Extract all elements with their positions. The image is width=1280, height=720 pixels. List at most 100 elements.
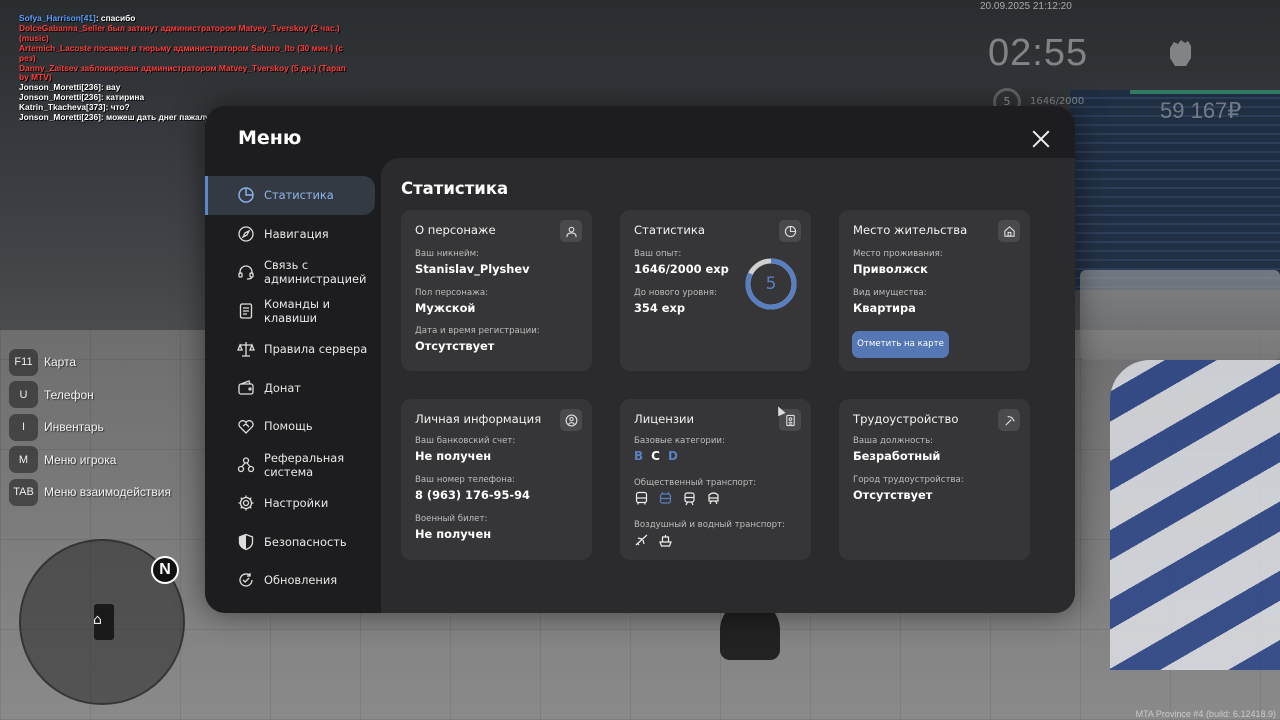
sidebar-item-donate[interactable]: Донат [205, 369, 381, 408]
ship-icon [659, 535, 672, 547]
close-button[interactable] [1028, 126, 1054, 152]
card-title: Личная информация [415, 412, 542, 426]
work-city-label: Город трудоустройства: [853, 475, 964, 485]
key-label: Меню взаимодействия [44, 485, 171, 500]
hud-clock: 02:55 [988, 32, 1089, 74]
registration-value: Отсутствует [415, 339, 495, 353]
airplane-icon [635, 534, 648, 546]
menu-title: Меню [238, 127, 302, 149]
keybind-phone: U Телефон [9, 379, 171, 412]
sidebar-item-label: Правила сервера [264, 342, 368, 357]
phone-label: Ваш номер телефона: [415, 475, 516, 485]
registration-label: Дата и время регистрации: [415, 326, 540, 336]
sidebar-item-label: Реферальная система [264, 450, 345, 479]
bank-account-label: Ваш банковский счет: [415, 436, 516, 446]
sidebar-item-updates[interactable]: Обновления [205, 561, 381, 600]
keybind-interaction-menu: TAB Меню взаимодействия [9, 476, 171, 509]
compass-icon [237, 225, 255, 243]
license-categories: B C D [634, 449, 678, 463]
sidebar-item-security[interactable]: Безопасность [205, 523, 381, 562]
nickname-label: Ваш никнейм: [415, 249, 480, 259]
scales-icon [237, 340, 255, 358]
sidebar-item-label: Настройки [264, 496, 329, 511]
license-category-d: D [667, 449, 678, 463]
refresh-check-icon [237, 571, 255, 589]
chat-line: Artemich_Lacoste посажен в тюрьму админи… [19, 42, 343, 63]
sidebar-item-label: Помощь [264, 419, 313, 434]
card-title: О персонаже [415, 223, 496, 237]
position-value: Безработный [853, 449, 941, 463]
build-watermark: MTA Province #4 (build: 6.12418.9) [1135, 709, 1276, 719]
mark-on-map-button[interactable]: Отметить на карте [852, 331, 949, 358]
sidebar-item-label: Статистика [264, 188, 334, 203]
card-character: О персонаже Ваш никнейм: Stanislav_Plysh… [401, 210, 592, 371]
hud-money: 59 167₽ [1160, 98, 1242, 123]
wallet-icon [237, 379, 255, 397]
pie-chart-icon [779, 220, 801, 242]
chat-line: DolceGabanna_Seller был заткнут админист… [19, 22, 340, 43]
property-type-value: Квартира [853, 301, 916, 315]
chat-player-name: Sofya_Harrison[41] [19, 13, 96, 23]
residence-place-label: Место проживания: [853, 249, 943, 259]
exp-value: 1646/2000 exp [634, 262, 729, 276]
keybind-player-menu: M Меню игрока [9, 444, 171, 477]
background-bench [1080, 270, 1280, 360]
pie-chart-icon [237, 186, 255, 204]
key-badge: TAB [9, 478, 38, 506]
license-category-c: C [651, 449, 660, 463]
sidebar-item-admin-contact[interactable]: Связь с администрацией [205, 253, 381, 292]
chat-line: Danny_Zaitsev заблокирован администратор… [19, 62, 346, 83]
keybind-map: F11 Карта [9, 346, 171, 379]
card-personal-info: Личная информация Ваш банковский счет: Н… [401, 399, 592, 560]
sidebar-item-label: Связь с администрацией [264, 258, 367, 287]
sidebar-item-label: Команды и клавиши [264, 296, 330, 325]
document-icon [237, 302, 255, 320]
air-water-transport-icons [634, 533, 673, 548]
air-water-transport-label: Воздушный и водный транспорт: [634, 520, 785, 530]
next-level-label: До нового уровня: [634, 288, 717, 298]
trolleybus-icon [659, 491, 672, 504]
sidebar-item-commands[interactable]: Команды и клавиши [205, 292, 381, 331]
sidebar-item-rules[interactable]: Правила сервера [205, 330, 381, 369]
key-badge: U [9, 381, 38, 409]
gear-icon [237, 494, 255, 512]
house-icon: ⌂ [93, 612, 102, 628]
background-counter [1110, 360, 1280, 670]
menu-sidebar: Статистика Навигация Связь с администрац… [205, 176, 381, 600]
gender-value: Мужской [415, 301, 476, 315]
shield-icon [237, 533, 255, 551]
tram-icon [684, 492, 695, 506]
bank-account-value: Не получен [415, 449, 492, 463]
card-statistics: Статистика Ваш опыт: 1646/2000 exp До но… [620, 210, 811, 371]
statistics-content: Статистика О персонаже Ваш никнейм: Stan… [381, 158, 1075, 613]
card-title: Трудоустройство [853, 412, 959, 426]
keybind-inventory: I Инвентарь [9, 411, 171, 444]
work-city-value: Отсутствует [853, 488, 933, 502]
card-title: Статистика [634, 223, 706, 237]
fist-icon [1163, 34, 1197, 72]
referral-icon [237, 456, 255, 474]
sidebar-item-help[interactable]: Помощь [205, 407, 381, 446]
card-residence: Место жительства Место проживания: Приво… [839, 210, 1030, 371]
residence-place-value: Приволжск [853, 262, 928, 276]
key-label: Телефон [44, 387, 94, 402]
content-title: Статистика [401, 179, 509, 198]
key-badge: F11 [9, 348, 38, 376]
level-number: 5 [765, 274, 777, 294]
train-icon [708, 492, 719, 505]
sidebar-item-navigation[interactable]: Навигация [205, 215, 381, 254]
pickaxe-icon [998, 409, 1020, 431]
key-label: Карта [44, 355, 77, 370]
sidebar-item-referral[interactable]: Реферальная система [205, 446, 381, 485]
sidebar-item-label: Донат [264, 380, 301, 395]
user-circle-icon [560, 409, 582, 431]
phone-value: 8 (963) 176-95-94 [415, 488, 530, 502]
hud-health-bar [1130, 90, 1280, 94]
key-badge: M [9, 446, 38, 474]
keybind-hints: F11 Карта U Телефон I Инвентарь M Меню и… [9, 346, 171, 509]
sidebar-item-statistics[interactable]: Статистика [205, 176, 375, 215]
headset-icon [237, 263, 255, 281]
sidebar-item-settings[interactable]: Настройки [205, 484, 381, 523]
exp-label: Ваш опыт: [634, 249, 682, 259]
military-id-label: Военный билет: [415, 514, 488, 524]
